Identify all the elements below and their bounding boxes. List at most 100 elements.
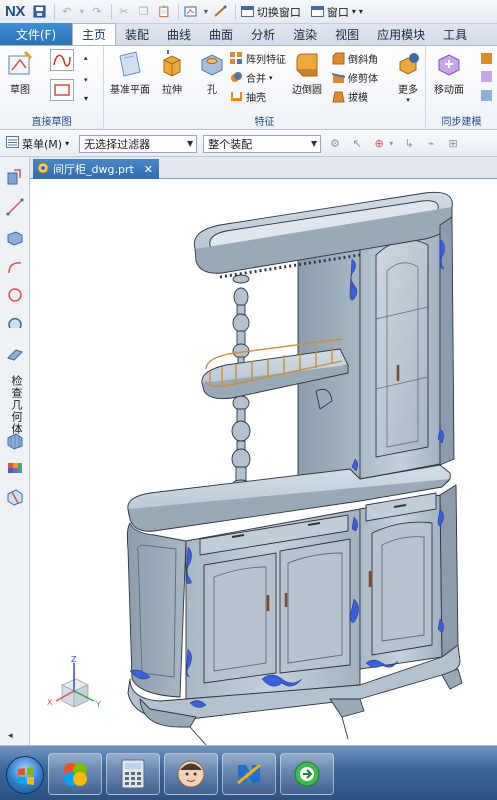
- coordinate-triad: Z X Y: [47, 655, 101, 709]
- cut-icon[interactable]: ✂: [115, 3, 133, 21]
- document-tab[interactable]: 间厅柜_dwg.prt ✕: [33, 159, 159, 179]
- user-avatar-app-button[interactable]: [164, 753, 218, 795]
- tab-home[interactable]: 主页: [72, 23, 117, 45]
- move-face-label: 移动面: [434, 85, 464, 96]
- sync-tool-icon[interactable]: [480, 70, 493, 83]
- chevron-down-icon[interactable]: ▾: [387, 136, 395, 152]
- chevron-down-icon: ▼: [310, 139, 318, 148]
- draft-button[interactable]: 拔模: [332, 89, 368, 104]
- resource-bar: 检查几何体 ◂: [0, 157, 30, 745]
- close-icon[interactable]: ✕: [144, 163, 153, 176]
- examine-geometry-label[interactable]: 检查几何体: [8, 375, 24, 435]
- snap-point-icon[interactable]: ⚙: [327, 136, 343, 152]
- sweep-icon[interactable]: [5, 343, 25, 363]
- copy-icon[interactable]: ❐: [135, 3, 153, 21]
- separator: [110, 3, 112, 20]
- start-button[interactable]: [6, 756, 44, 794]
- sync-tool-icon[interactable]: [480, 89, 493, 102]
- paste-icon[interactable]: 📋: [155, 3, 173, 21]
- window-icon: [310, 6, 324, 17]
- mesh-surface-icon[interactable]: [5, 431, 25, 451]
- unite-button[interactable]: 合并 ▾: [230, 70, 273, 85]
- chamfer-button[interactable]: 倒斜角: [332, 51, 378, 66]
- menu-button[interactable]: 菜单(M) ▾: [6, 136, 69, 152]
- tab-assembly[interactable]: 装配: [116, 24, 158, 45]
- undo-icon[interactable]: ↶: [58, 3, 76, 21]
- sketch-button[interactable]: 草图: [6, 50, 34, 96]
- type-filter-select[interactable]: 无选择过滤器 ▼: [79, 134, 198, 153]
- color-grid-icon[interactable]: [5, 459, 25, 479]
- sketch-label: 草图: [10, 85, 30, 96]
- more-features-label: 更多: [398, 85, 418, 96]
- tab-file[interactable]: 文件(F): [0, 23, 72, 45]
- line-icon[interactable]: [5, 197, 25, 217]
- extrude-button[interactable]: 拉伸: [158, 50, 186, 96]
- tab-curve[interactable]: 曲线: [158, 24, 200, 45]
- profile-curve-button[interactable]: [50, 48, 74, 71]
- datum-plane-button[interactable]: 基准平面: [110, 50, 150, 96]
- more-icon[interactable]: ▾: [359, 7, 363, 16]
- tab-tools[interactable]: 工具: [434, 24, 476, 45]
- measure-icon[interactable]: [212, 3, 230, 21]
- save-icon[interactable]: [31, 3, 49, 21]
- window-menu-label: 窗口: [326, 5, 349, 19]
- window-menu-button[interactable]: 窗口 ▾ ▾: [310, 4, 363, 20]
- revolve-icon[interactable]: [5, 315, 25, 335]
- sync-tool-icon[interactable]: [480, 52, 493, 65]
- selection-arrow-icon[interactable]: ↖: [349, 136, 365, 152]
- document-tab-label: 间厅柜_dwg.prt: [53, 163, 134, 176]
- tab-application[interactable]: 应用模块: [368, 24, 434, 45]
- browser-app-button[interactable]: [280, 753, 334, 795]
- tab-surface[interactable]: 曲面: [200, 24, 242, 45]
- snap-option-icon[interactable]: ⊞: [445, 136, 461, 152]
- undo-dropdown-icon[interactable]: ▾: [78, 3, 86, 21]
- arc-icon[interactable]: [5, 258, 25, 278]
- sketch-gallery-up-icon[interactable]: ▴: [84, 54, 88, 62]
- group-label-feature: 特征: [254, 117, 275, 128]
- collapse-arrow-icon[interactable]: ◂: [8, 731, 13, 741]
- windows-taskbar: [0, 745, 497, 800]
- pattern-feature-label: 阵列特征: [246, 55, 286, 66]
- graphics-window[interactable]: Z X Y: [30, 179, 497, 745]
- ribbon-panel: 草图 ▴ ▾ ▾ 直接草图 基准平面 拉伸 孔 阵列特征 合并 ▾ 抽壳 边倒圆…: [0, 46, 497, 130]
- chamfer-icon: [332, 52, 345, 65]
- circle-icon[interactable]: [5, 285, 25, 305]
- tab-analysis[interactable]: 分析: [242, 24, 284, 45]
- snap-option-icon[interactable]: ⌁: [423, 136, 439, 152]
- part-navigator-icon[interactable]: [5, 167, 25, 187]
- move-face-button[interactable]: 移动面: [434, 50, 464, 96]
- switch-window-button[interactable]: 切换窗口: [240, 4, 301, 20]
- snap-option-icon[interactable]: ↳: [401, 136, 417, 152]
- shell-button[interactable]: 抽壳: [230, 89, 266, 104]
- tab-view[interactable]: 视图: [326, 24, 368, 45]
- redo-icon[interactable]: ↷: [88, 3, 106, 21]
- unite-icon: [230, 71, 243, 84]
- trim-body-button[interactable]: 修剪体: [331, 70, 378, 85]
- selection-scope-select[interactable]: 整个装配 ▼: [203, 134, 322, 153]
- view-style-dropdown-icon[interactable]: ▾: [202, 3, 210, 21]
- window-icon: [240, 6, 254, 17]
- shell-label: 抽壳: [246, 93, 266, 104]
- office-app-button[interactable]: [48, 753, 102, 795]
- box-icon[interactable]: [5, 227, 25, 247]
- view-style-icon[interactable]: [182, 3, 200, 21]
- chevron-down-icon: ▾: [65, 139, 70, 148]
- sketch-gallery-down-icon[interactable]: ▾: [84, 76, 88, 84]
- section-view-icon[interactable]: [5, 487, 25, 507]
- chevron-down-icon[interactable]: ▾: [269, 74, 273, 82]
- hole-button[interactable]: 孔: [198, 50, 226, 96]
- more-features-button[interactable]: 更多 ▾: [394, 50, 422, 104]
- z-axis-label: Z: [71, 655, 77, 664]
- pattern-feature-button[interactable]: 阵列特征: [230, 51, 286, 66]
- sketch-gallery-more-icon[interactable]: ▾: [84, 94, 88, 103]
- calculator-app-button[interactable]: [106, 753, 160, 795]
- sketch-icon: [6, 50, 34, 78]
- menu-label: 菜单(M): [22, 137, 63, 151]
- triad-cube: [61, 678, 89, 708]
- rectangle-button[interactable]: [50, 78, 74, 101]
- edge-blend-button[interactable]: 边倒圆: [292, 50, 322, 96]
- point-snap-icon[interactable]: ⊕: [371, 136, 387, 152]
- nx-app-button[interactable]: [222, 753, 276, 795]
- separator: [177, 3, 179, 20]
- tab-render[interactable]: 渲染: [284, 24, 326, 45]
